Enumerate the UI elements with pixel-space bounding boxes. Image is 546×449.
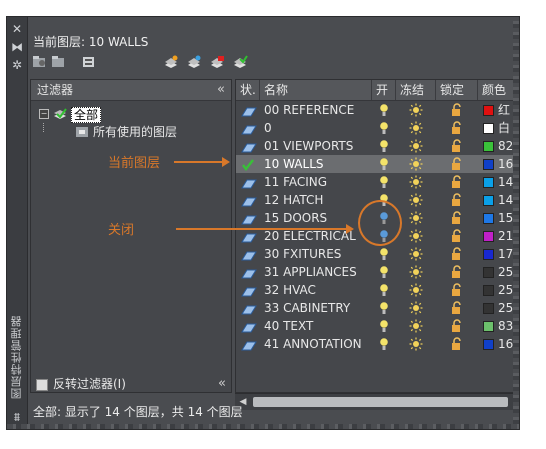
color-swatch[interactable] <box>483 339 494 350</box>
col-on-header[interactable]: 开 <box>372 80 396 100</box>
thaw-sun-icon[interactable] <box>409 337 423 355</box>
grid-header: 状. 名称 开 冻结 锁定 颜色 <box>236 80 516 101</box>
filter-tree: − 全部 所有使用的图层 <box>31 101 231 141</box>
annotation-arrow-line <box>176 228 348 230</box>
color-swatch[interactable] <box>483 249 494 260</box>
layer-row[interactable]: 31 APPLIANCES250 <box>236 263 516 281</box>
unlock-icon[interactable] <box>450 337 464 355</box>
new-filter-icon[interactable] <box>32 55 48 69</box>
color-swatch[interactable] <box>483 267 494 278</box>
invert-filter-row[interactable]: 反转过滤器(I) « <box>30 374 232 394</box>
layer-name[interactable]: 41 ANNOTATION <box>264 335 362 353</box>
layer-row[interactable]: 30 FXITURES170 <box>236 245 516 263</box>
lightbulb-on-icon[interactable] <box>379 337 389 355</box>
collapse-filter-pane-icon[interactable]: « <box>217 80 225 100</box>
current-layer-label: 当前图层: 10 WALLS <box>33 35 149 49</box>
set-current-icon[interactable] <box>232 55 248 69</box>
color-name[interactable]: 白 <box>498 119 510 137</box>
all-layers-filter-icon <box>54 108 67 119</box>
annotation-arrow-head <box>222 157 230 167</box>
invert-filter-label: 反转过滤器(I) <box>53 377 126 391</box>
layer-name[interactable]: 12 HATCH <box>264 191 323 209</box>
group-filter-icon[interactable] <box>51 55 67 69</box>
color-name[interactable]: 82 <box>498 137 513 155</box>
col-color-header[interactable]: 颜色 <box>478 80 516 100</box>
layer-status-icon[interactable] <box>241 338 257 356</box>
torn-edge-right <box>513 17 519 429</box>
layer-name[interactable]: 01 VIEWPORTS <box>264 137 353 155</box>
layer-name[interactable]: 40 TEXT <box>264 317 313 335</box>
color-name[interactable]: 红 <box>498 101 510 119</box>
palette-titlebar[interactable]: ✕ ⧓ ✲ 图层特性管理器 ⩩ <box>7 17 28 429</box>
layer-row[interactable]: 00 REFERENCE 红 <box>236 101 516 119</box>
layer-name[interactable]: 31 APPLIANCES <box>264 263 357 281</box>
color-swatch[interactable] <box>483 285 494 296</box>
new-layer-icon[interactable] <box>163 55 179 69</box>
color-swatch[interactable] <box>483 159 494 170</box>
layer-row[interactable]: 0白 <box>236 119 516 137</box>
col-freeze-header[interactable]: 冻结 <box>396 80 436 100</box>
annotation-highlight-ellipse <box>358 200 402 246</box>
filter-pane-header: 过滤器 « <box>31 80 231 101</box>
layer-name[interactable]: 33 CABINETRY <box>264 299 350 317</box>
layer-name[interactable]: 0 <box>264 119 272 137</box>
filter-tree-item-all[interactable]: − 全部 <box>31 105 231 123</box>
layer-name[interactable]: 10 WALLS <box>264 155 324 173</box>
layer-properties-manager: ✕ ⧓ ✲ 图层特性管理器 ⩩ 当前图层: 10 WALLS 过滤器 « − 全… <box>6 16 520 430</box>
color-swatch[interactable] <box>483 321 494 332</box>
color-swatch[interactable] <box>483 231 494 242</box>
torn-edge-bottom <box>7 424 519 429</box>
color-swatch[interactable] <box>483 213 494 224</box>
annotation-current-layer: 当前图层 <box>108 156 161 171</box>
layer-row[interactable]: 11 FACING140 <box>236 173 516 191</box>
invert-filter-checkbox[interactable] <box>36 378 48 391</box>
palette-title: 图层特性管理器 <box>10 315 23 399</box>
color-swatch[interactable] <box>483 141 494 152</box>
filter-tree-item-used[interactable]: 所有使用的图层 <box>31 123 231 141</box>
layer-row[interactable]: 33 CABINETRY250 <box>236 299 516 317</box>
layer-row[interactable]: 40 TEXT 83 <box>236 317 516 335</box>
color-swatch[interactable] <box>483 195 494 206</box>
filter-tree-label-all: 全部 <box>71 107 102 123</box>
layer-name[interactable]: 00 REFERENCE <box>264 101 354 119</box>
close-icon[interactable]: ✕ <box>11 23 23 35</box>
color-swatch[interactable] <box>483 105 494 116</box>
annotation-arrow-head <box>346 224 354 234</box>
annotation-off: 关闭 <box>108 223 135 238</box>
color-name[interactable]: 83 <box>498 317 513 335</box>
layer-name[interactable]: 30 FXITURES <box>264 245 341 263</box>
tree-expand-icon[interactable]: − <box>39 109 49 119</box>
layer-name[interactable]: 15 DOORS <box>264 209 327 227</box>
color-swatch[interactable] <box>483 123 494 134</box>
layer-name[interactable]: 32 HVAC <box>264 281 316 299</box>
color-swatch[interactable] <box>483 303 494 314</box>
filter-pane-title: 过滤器 <box>37 83 74 97</box>
layer-name[interactable]: 11 FACING <box>264 173 327 191</box>
auto-hide-icon[interactable]: ⧓ <box>11 41 23 53</box>
layer-row[interactable]: 41 ANNOTATION162 <box>236 335 516 353</box>
filter-tree-label-used: 所有使用的图层 <box>93 125 178 139</box>
annotation-arrow-line <box>174 161 224 163</box>
layer-states-icon[interactable] <box>81 55 97 69</box>
col-name-header[interactable]: 名称 <box>260 80 372 100</box>
status-bar: 全部: 显示了 14 个图层，共 14 个图层 <box>33 405 243 419</box>
collapse-filter-pane-bottom-icon[interactable]: « <box>218 374 226 394</box>
col-lock-header[interactable]: 锁定 <box>436 80 478 100</box>
resize-grip-icon[interactable]: ⩩ <box>11 411 23 423</box>
new-layer-vp-frozen-icon[interactable] <box>186 55 202 69</box>
layer-row[interactable]: 10 WALLS162 <box>236 155 516 173</box>
layer-row[interactable]: 32 HVAC250 <box>236 281 516 299</box>
used-layers-filter-icon <box>76 127 88 137</box>
delete-layer-icon[interactable] <box>209 55 225 69</box>
properties-icon[interactable]: ✲ <box>11 59 23 71</box>
layer-row[interactable]: 01 VIEWPORTS 82 <box>236 137 516 155</box>
color-swatch[interactable] <box>483 177 494 188</box>
col-status-header[interactable]: 状. <box>236 80 260 100</box>
